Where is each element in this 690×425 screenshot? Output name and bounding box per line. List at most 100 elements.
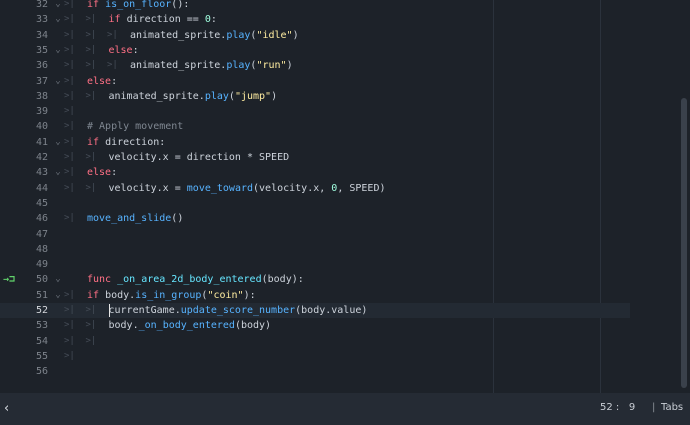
code-token: move_toward bbox=[186, 182, 254, 194]
code-token: animated_sprite. bbox=[108, 90, 205, 102]
code-line[interactable]: 55 >| bbox=[0, 349, 630, 364]
tab-indent-icon: >| bbox=[64, 182, 75, 193]
code-line[interactable]: →⊐ 50 ⌄ func _on_area_2d_body_entered(body)… bbox=[0, 272, 630, 287]
code-line[interactable]: 56 bbox=[0, 364, 630, 379]
tab-indent-icon: >| bbox=[64, 335, 75, 346]
code-token: ) bbox=[292, 29, 299, 41]
code-token: _on_area_2d_body_entered bbox=[117, 274, 262, 286]
fold-chevron-icon[interactable]: ⌄ bbox=[53, 135, 63, 150]
code-text: else: bbox=[87, 74, 117, 89]
code-text: animated_sprite.play("idle") bbox=[130, 28, 299, 43]
code-line[interactable]: 35 ⌄ >| >| else: bbox=[0, 43, 630, 58]
line-number: 47 bbox=[35, 228, 48, 240]
fold-chevron-icon[interactable]: ⌄ bbox=[53, 272, 63, 287]
code-token: if bbox=[87, 289, 106, 301]
tab-indent-icon: >| bbox=[85, 320, 97, 331]
code-line[interactable]: 38 >| >| animated_sprite.play("jump") bbox=[0, 89, 630, 104]
code-line[interactable]: 33 ⌄ >| >| if direction == 0: bbox=[0, 12, 630, 27]
indent-mode-button[interactable]: Tabs bbox=[661, 402, 683, 413]
code-line[interactable]: 54 >| >| bbox=[0, 334, 630, 349]
toggle-panel-icon[interactable]: ‹ bbox=[4, 401, 9, 416]
line-number: 33 bbox=[35, 14, 48, 26]
code-token: : bbox=[111, 75, 118, 87]
code-line[interactable]: 46 >| move_and_slide() bbox=[0, 211, 630, 226]
tab-indent-icon: >| bbox=[64, 152, 75, 162]
line-number: 43 bbox=[35, 167, 48, 179]
code-token: else bbox=[108, 44, 133, 56]
code-token: velocity.x = direction * SPEED bbox=[108, 152, 290, 163]
code-token: , SPEED) bbox=[337, 182, 386, 194]
code-token: ) bbox=[286, 60, 293, 72]
tab-indent-icon: >| bbox=[64, 305, 75, 315]
code-token: animated_sprite. bbox=[130, 29, 227, 41]
line-number: 55 bbox=[35, 350, 48, 362]
line-number: 53 bbox=[35, 320, 48, 332]
tab-indent-icon: >| bbox=[64, 29, 75, 40]
code-line[interactable]: 53 >| >| body._on_body_entered(body) bbox=[0, 318, 630, 333]
fold-chevron-icon[interactable]: ⌄ bbox=[53, 165, 63, 180]
fold-chevron-icon[interactable]: ⌄ bbox=[53, 43, 63, 58]
line-number: 56 bbox=[35, 366, 48, 378]
code-line[interactable]: 42 >| >| velocity.x = direction * SPEED bbox=[0, 150, 630, 165]
fold-chevron-icon[interactable]: ⌄ bbox=[53, 12, 63, 27]
code-token: update_score_number bbox=[180, 305, 296, 316]
line-number: 42 bbox=[35, 152, 48, 163]
code-token: "jump" bbox=[234, 90, 272, 102]
code-text: func _on_area_2d_body_entered(body): bbox=[87, 272, 304, 287]
code-token: "run" bbox=[256, 60, 287, 72]
code-line[interactable]: 32 ⌄ >| if is_on_floor(): bbox=[0, 0, 630, 12]
code-editor[interactable]: 32 ⌄ >| if is_on_floor(): 33 ⌄ >| >| if directio… bbox=[0, 0, 690, 393]
code-line[interactable]: 48 bbox=[0, 242, 630, 257]
code-token: is_in_group bbox=[135, 289, 202, 301]
code-line[interactable]: 52 >| >| currentGame.update_score_number(bo… bbox=[0, 303, 630, 318]
tab-indent-icon: >| bbox=[64, 44, 75, 55]
status-bar: ‹ 52 : 9 | Tabs bbox=[0, 393, 690, 425]
signal-connection-icon[interactable]: →⊐ bbox=[3, 272, 19, 287]
code-line[interactable]: 40 >| # Apply movement bbox=[0, 119, 630, 134]
tab-indent-icon: >| bbox=[64, 60, 75, 71]
code-line[interactable]: 36 >| >| >| animated_sprite.play("run") bbox=[0, 58, 630, 73]
line-number: 46 bbox=[35, 213, 48, 225]
code-token: body. bbox=[108, 320, 139, 332]
line-number: 35 bbox=[35, 44, 48, 56]
line-number: 54 bbox=[35, 335, 48, 347]
code-text: if body.is_in_group("coin"): bbox=[87, 288, 256, 303]
code-line[interactable]: 51 ⌄ >| if body.is_in_group("coin"): bbox=[0, 288, 630, 303]
line-number: 39 bbox=[35, 106, 48, 118]
cursor-separator: : bbox=[615, 402, 620, 413]
code-line[interactable]: 47 bbox=[0, 227, 630, 242]
line-number: 32 bbox=[35, 0, 48, 10]
code-text: # Apply movement bbox=[87, 119, 183, 134]
code-line[interactable]: 34 >| >| >| animated_sprite.play("idle") bbox=[0, 28, 630, 43]
scrollbar-thumb[interactable] bbox=[681, 98, 687, 388]
code-line[interactable]: 45 bbox=[0, 196, 630, 211]
code-line[interactable]: 43 ⌄ >| else: bbox=[0, 165, 630, 180]
fold-chevron-icon[interactable]: ⌄ bbox=[53, 0, 63, 12]
tab-indent-icon: >| bbox=[85, 90, 97, 101]
fold-chevron-icon[interactable]: ⌄ bbox=[53, 74, 63, 89]
line-number: 49 bbox=[35, 259, 48, 271]
line-number: 38 bbox=[35, 90, 48, 102]
code-token: direction: bbox=[105, 136, 166, 148]
cursor-position: 52 : 9 bbox=[600, 402, 635, 413]
code-token: ) bbox=[271, 90, 278, 102]
tab-indent-icon: >| bbox=[85, 29, 97, 40]
tab-indent-icon: >| bbox=[85, 335, 97, 346]
code-line[interactable]: 44 >| >| velocity.x = move_toward(velocity.… bbox=[0, 181, 630, 196]
code-line[interactable]: 41 ⌄ >| if direction: bbox=[0, 135, 630, 150]
tab-indent-icon: >| bbox=[85, 182, 97, 193]
tab-indent-icon: >| bbox=[107, 29, 118, 40]
code-line[interactable]: 39 >| bbox=[0, 104, 630, 119]
code-line[interactable]: 49 bbox=[0, 257, 630, 272]
tab-indent-icon: >| bbox=[64, 14, 75, 25]
code-token: if bbox=[87, 0, 106, 10]
code-token: else bbox=[87, 75, 112, 87]
code-text: if direction == 0: bbox=[109, 12, 217, 27]
code-token: if bbox=[108, 14, 127, 26]
code-token: move_and_slide bbox=[87, 213, 172, 225]
line-number: 51 bbox=[35, 289, 48, 301]
code-line[interactable]: 37 ⌄ >| else: bbox=[0, 74, 630, 89]
code-token: body. bbox=[105, 289, 136, 301]
code-text: body._on_body_entered(body) bbox=[109, 318, 272, 333]
fold-chevron-icon[interactable]: ⌄ bbox=[53, 288, 63, 303]
